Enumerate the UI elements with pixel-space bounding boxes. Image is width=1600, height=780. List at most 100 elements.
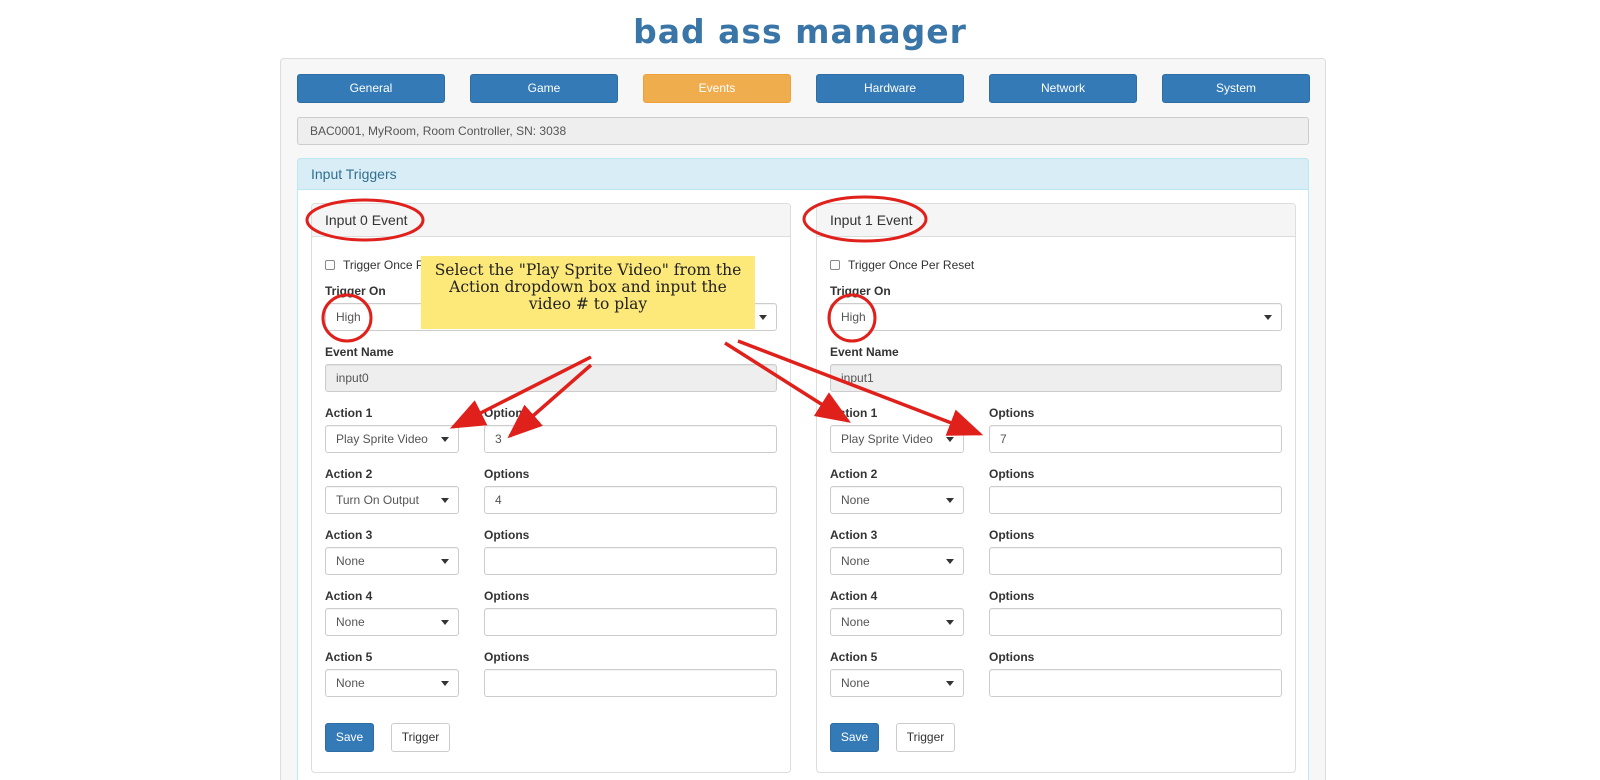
event-name-label: Event Name — [830, 345, 899, 359]
action-4-select[interactable]: None — [325, 608, 459, 636]
section-title: Input Triggers — [297, 158, 1309, 190]
chevron-down-icon — [946, 498, 954, 503]
save-button[interactable]: Save — [325, 723, 374, 752]
action-5-select[interactable]: None — [325, 669, 459, 697]
options-1-value: 3 — [495, 432, 502, 446]
trigger-on-label: Trigger On — [830, 284, 891, 298]
options-5-label: Options — [989, 650, 1035, 664]
chevron-down-icon — [946, 620, 954, 625]
trigger-once-row[interactable]: Trigger Once Per Reset — [830, 258, 974, 272]
action-3-value: None — [336, 554, 365, 568]
action-2-label: Action 2 — [325, 467, 373, 481]
action-4-label: Action 4 — [830, 589, 878, 603]
options-3-input[interactable] — [484, 547, 777, 575]
chevron-down-icon — [1264, 315, 1272, 320]
action-2-value: Turn On Output — [336, 493, 419, 507]
tab-game[interactable]: Game — [470, 74, 618, 103]
annotation-callout: Select the "Play Sprite Video" from the … — [421, 256, 755, 329]
save-button[interactable]: Save — [830, 723, 879, 752]
trigger-once-checkbox[interactable] — [830, 260, 840, 270]
chevron-down-icon — [759, 315, 767, 320]
options-4-input[interactable] — [484, 608, 777, 636]
options-2-value: 4 — [495, 493, 502, 507]
tab-hardware[interactable]: Hardware — [816, 74, 964, 103]
action-3-select[interactable]: None — [830, 547, 964, 575]
action-4-value: None — [841, 615, 870, 629]
tab-general[interactable]: General — [297, 74, 445, 103]
options-4-label: Options — [484, 589, 530, 603]
action-4-value: None — [336, 615, 365, 629]
app-logo: bad ass manager — [633, 12, 967, 51]
trigger-once-label: Trigger Once Pe — [343, 258, 431, 272]
tab-events[interactable]: Events — [643, 74, 791, 103]
action-1-select[interactable]: Play Sprite Video — [325, 425, 459, 453]
trigger-once-label: Trigger Once Per Reset — [848, 258, 975, 272]
options-3-input[interactable] — [989, 547, 1282, 575]
event-name-field: input1 — [830, 364, 1282, 392]
trigger-on-value: High — [336, 310, 361, 324]
action-1-label: Action 1 — [325, 406, 373, 420]
tab-system[interactable]: System — [1162, 74, 1310, 103]
action-3-label: Action 3 — [830, 528, 878, 542]
trigger-button[interactable]: Trigger — [896, 723, 955, 752]
action-3-label: Action 3 — [325, 528, 373, 542]
chevron-down-icon — [441, 681, 449, 686]
options-4-label: Options — [989, 589, 1035, 603]
action-2-value: None — [841, 493, 870, 507]
action-4-label: Action 4 — [325, 589, 373, 603]
options-2-input[interactable]: 4 — [484, 486, 777, 514]
action-3-value: None — [841, 554, 870, 568]
options-5-input[interactable] — [484, 669, 777, 697]
event-name-label: Event Name — [325, 345, 394, 359]
options-1-value: 7 — [1000, 432, 1007, 446]
options-2-label: Options — [989, 467, 1035, 481]
options-3-label: Options — [989, 528, 1035, 542]
options-5-input[interactable] — [989, 669, 1282, 697]
trigger-on-label: Trigger On — [325, 284, 386, 298]
options-1-label: Options — [989, 406, 1035, 420]
input-1-panel: Input 1 Event Trigger Once Per Reset Tri… — [816, 203, 1296, 773]
options-1-input[interactable]: 3 — [484, 425, 777, 453]
annotation-line-2: Action dropdown box and input the — [449, 278, 727, 296]
panel-title: Input 1 Event — [817, 204, 1295, 237]
options-2-input[interactable] — [989, 486, 1282, 514]
options-4-input[interactable] — [989, 608, 1282, 636]
action-5-value: None — [841, 676, 870, 690]
chevron-down-icon — [441, 437, 449, 442]
action-2-label: Action 2 — [830, 467, 878, 481]
annotation-line-1: Select the "Play Sprite Video" from the — [434, 261, 742, 279]
action-5-value: None — [336, 676, 365, 690]
action-4-select[interactable]: None — [830, 608, 964, 636]
action-3-select[interactable]: None — [325, 547, 459, 575]
action-5-select[interactable]: None — [830, 669, 964, 697]
chevron-down-icon — [441, 620, 449, 625]
action-1-value: Play Sprite Video — [841, 432, 933, 446]
chevron-down-icon — [441, 559, 449, 564]
action-2-select[interactable]: Turn On Output — [325, 486, 459, 514]
trigger-on-value: High — [841, 310, 866, 324]
tab-network[interactable]: Network — [989, 74, 1137, 103]
panel-title: Input 0 Event — [312, 204, 790, 237]
chevron-down-icon — [946, 559, 954, 564]
trigger-once-row[interactable]: Trigger Once Pe — [325, 258, 431, 272]
annotation-line-3: video # to play — [528, 295, 648, 313]
action-5-label: Action 5 — [325, 650, 373, 664]
action-1-select[interactable]: Play Sprite Video — [830, 425, 964, 453]
options-1-input[interactable]: 7 — [989, 425, 1282, 453]
options-5-label: Options — [484, 650, 530, 664]
action-2-select[interactable]: None — [830, 486, 964, 514]
options-3-label: Options — [484, 528, 530, 542]
trigger-button[interactable]: Trigger — [391, 723, 450, 752]
options-1-label: Options — [484, 406, 530, 420]
trigger-once-checkbox[interactable] — [325, 260, 335, 270]
chevron-down-icon — [946, 681, 954, 686]
options-2-label: Options — [484, 467, 530, 481]
action-1-label: Action 1 — [830, 406, 878, 420]
chevron-down-icon — [946, 437, 954, 442]
event-name-field: input0 — [325, 364, 777, 392]
action-1-value: Play Sprite Video — [336, 432, 428, 446]
chevron-down-icon — [441, 498, 449, 503]
action-5-label: Action 5 — [830, 650, 878, 664]
trigger-on-select[interactable]: High — [830, 303, 1282, 331]
device-info-bar: BAC0001, MyRoom, Room Controller, SN: 30… — [297, 117, 1309, 145]
